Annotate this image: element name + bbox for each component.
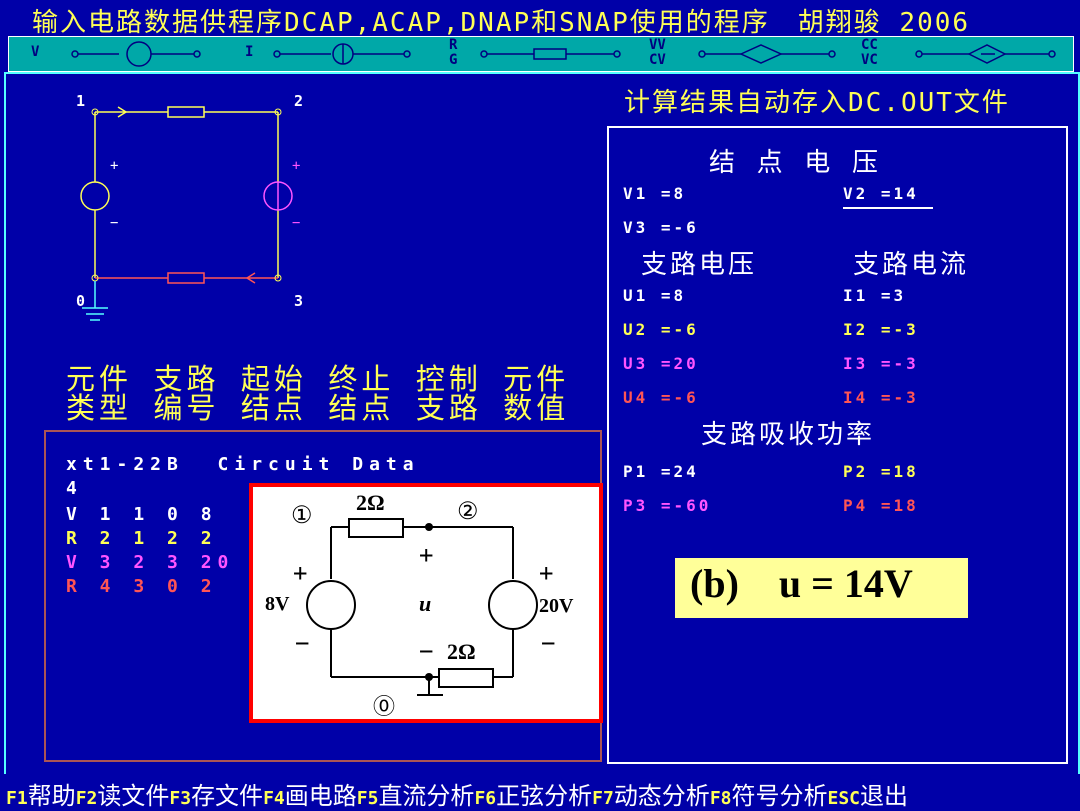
- result-i3: I3 =-3: [843, 354, 919, 373]
- svg-text:+: +: [292, 158, 300, 174]
- component-toolbar: V I R G VV CV CC VC: [8, 36, 1074, 72]
- headers-row-1: 元件 支路 起始 终止 控制 元件: [66, 362, 570, 396]
- result-v2: V2 =14: [843, 184, 933, 209]
- data-row[interactable]: R 4 3 0 2: [66, 576, 218, 597]
- inset-top-resistor-label: 2Ω: [356, 490, 385, 515]
- data-row[interactable]: R 2 1 2 2: [66, 528, 218, 549]
- result-i4: I4 =-3: [843, 388, 919, 407]
- node-voltage-title: 结 点 电 压: [709, 148, 881, 178]
- inset-u-label: u: [419, 591, 432, 616]
- results-panel: 结 点 电 压 V1 =8 V2 =14 V3 =-6 支路电压 支路电流 U1…: [607, 126, 1068, 764]
- inset-right-source-label: 20V: [539, 595, 574, 617]
- inset-left-minus: −: [295, 629, 310, 657]
- headers-row-2: 类型 编号 结点 结点 支路 数值: [66, 391, 570, 425]
- result-i2: I2 =-3: [843, 320, 919, 339]
- tool-ccvs[interactable]: CV: [649, 52, 666, 68]
- fkey-save-file[interactable]: F3存文件: [169, 776, 263, 811]
- data-heading: xt1-22B Circuit Data: [66, 454, 420, 475]
- svg-text:+: +: [110, 158, 118, 174]
- node-label-2: 2: [294, 92, 304, 110]
- inset-node-2: ②: [457, 497, 479, 525]
- fkey-dc-analysis[interactable]: F5直流分析: [357, 776, 475, 811]
- fkey-ac-analysis[interactable]: F6正弦分析: [474, 776, 592, 811]
- fkey-symbolic-analysis[interactable]: F8符号分析: [710, 776, 828, 811]
- answer-text: (b) u = 14V: [690, 561, 913, 606]
- svg-text:−: −: [292, 215, 300, 231]
- data-row[interactable]: V 1 1 0 8: [66, 504, 218, 525]
- tool-vccs[interactable]: VC: [861, 52, 878, 68]
- inset-right-plus: +: [539, 559, 554, 587]
- inset-node-1: ①: [291, 501, 313, 529]
- inset-u-minus: −: [419, 637, 434, 665]
- data-count: 4: [66, 478, 83, 499]
- output-file-title: 计算结果自动存入DC.OUT文件: [624, 88, 1010, 118]
- result-v3: V3 =-6: [623, 218, 699, 237]
- inset-left-plus: +: [293, 559, 308, 587]
- circuit-diagram[interactable]: + − + −: [60, 90, 320, 340]
- function-key-bar: F1帮助 F2读文件 F3存文件 F4画电路 F5直流分析 F6正弦分析 F7动…: [0, 774, 1080, 810]
- power-title: 支路吸收功率: [701, 420, 876, 450]
- result-u4: U4 =-6: [623, 388, 699, 407]
- result-p4: P4 =18: [843, 496, 919, 515]
- svg-text:−: −: [110, 215, 118, 231]
- result-p1: P1 =24: [623, 462, 699, 481]
- fkey-exit[interactable]: ESC退出: [828, 776, 909, 811]
- tool-cccs[interactable]: CC: [861, 37, 878, 53]
- inset-right-minus: −: [541, 629, 556, 657]
- tool-conductance[interactable]: G: [449, 52, 457, 68]
- textbook-circuit-inset: ① ② ⓪ 2Ω 2Ω 8V 20V u + − + − + −: [249, 483, 603, 723]
- result-i1: I1 =3: [843, 286, 907, 305]
- tool-current-source[interactable]: I: [245, 44, 253, 60]
- inset-left-source-label: 8V: [265, 593, 290, 615]
- fkey-read-file[interactable]: F2读文件: [76, 776, 170, 811]
- branch-voltage-title: 支路电压: [641, 250, 758, 280]
- result-p2: P2 =18: [843, 462, 919, 481]
- data-row[interactable]: V 3 2 3 20: [66, 552, 234, 573]
- result-p3: P3 =-60: [623, 496, 712, 515]
- result-u3: U3 =20: [623, 354, 699, 373]
- toolbar-symbols: [71, 41, 1056, 67]
- result-v1: V1 =8: [623, 184, 687, 203]
- branch-current-title: 支路电流: [853, 250, 970, 280]
- inset-bottom-resistor-label: 2Ω: [447, 639, 476, 664]
- tool-vcvs[interactable]: VV: [649, 37, 666, 53]
- fkey-help[interactable]: F1帮助: [6, 776, 76, 811]
- title-bar: 输入电路数据供程序DCAP,ACAP,DNAP和SNAP使用的程序 胡翔骏 20…: [0, 0, 1080, 38]
- node-label-1: 1: [76, 92, 86, 110]
- element-table-headers: 元件 支路 起始 终止 控制 元件 类型 编号 结点 结点 支路 数值: [66, 365, 569, 423]
- tool-resistor[interactable]: R: [449, 37, 457, 53]
- tool-voltage-source[interactable]: V: [31, 44, 39, 60]
- node-label-0: 0: [76, 292, 86, 310]
- function-key-list: F1帮助 F2读文件 F3存文件 F4画电路 F5直流分析 F6正弦分析 F7动…: [6, 776, 908, 811]
- node-label-3: 3: [294, 292, 304, 310]
- app-title: 输入电路数据供程序DCAP,ACAP,DNAP和SNAP使用的程序 胡翔骏 20…: [32, 8, 971, 38]
- result-u1: U1 =8: [623, 286, 687, 305]
- inset-node-0: ⓪: [373, 695, 396, 720]
- fkey-transient-analysis[interactable]: F7动态分析: [592, 776, 710, 811]
- result-u2: U2 =-6: [623, 320, 699, 339]
- fkey-draw-circuit[interactable]: F4画电路: [263, 776, 357, 811]
- inset-u-plus: +: [419, 541, 434, 569]
